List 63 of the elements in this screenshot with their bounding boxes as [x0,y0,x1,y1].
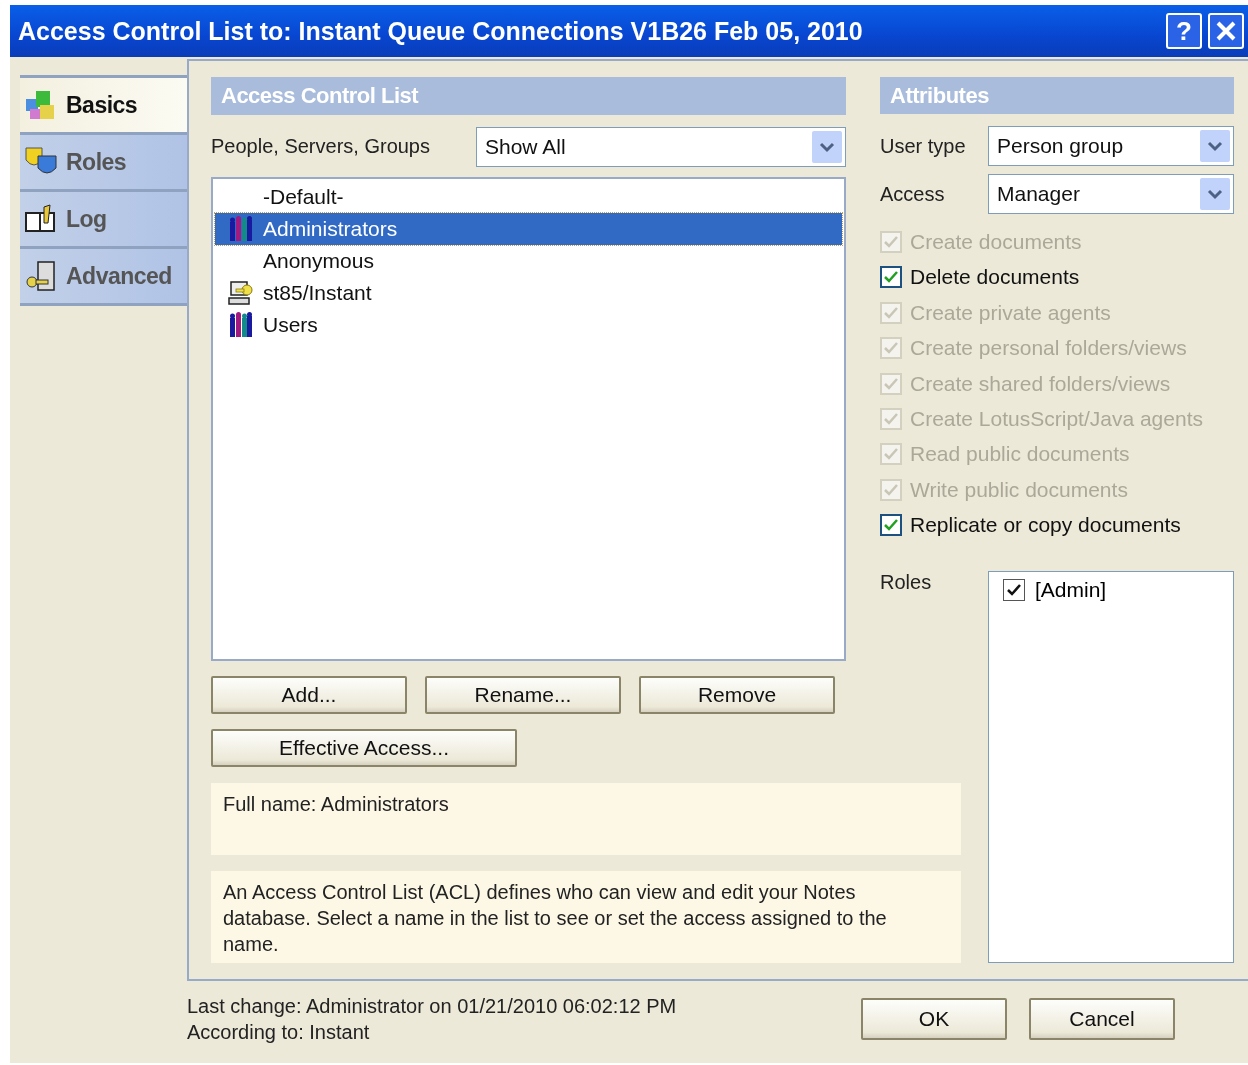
people-icon [229,215,253,242]
action-button[interactable]: Add... [211,676,407,715]
check-icon [883,376,899,391]
checkbox-label: Read public documents [910,442,1130,467]
list-item[interactable]: Users [215,308,842,341]
section-header: Attributes [880,77,1234,115]
check-icon [883,270,899,285]
list-item[interactable]: st85/Instant [215,276,842,309]
check-icon [883,447,899,462]
full-name-text: Full name: Administrators [211,783,961,855]
ok-button[interactable]: OK [861,998,1007,1040]
help-button[interactable]: ? [1166,13,1202,49]
last-change-text: Last change: Administrator on 01/21/2010 06:02:12 PM [187,994,678,1019]
effective-access-button[interactable]: Effective Access... [211,729,517,768]
access-dropdown[interactable]: Manager [988,174,1234,215]
user-type-label: User type [880,134,966,158]
check-icon [883,412,899,427]
people-icon [229,311,253,338]
close-button[interactable] [1208,13,1244,49]
computer-key-icon [228,279,254,306]
nav-tab[interactable]: Basics [20,75,187,132]
filter-label: People, Servers, Groups [211,135,430,159]
window-title: Access Control List to: Instant Queue Connections V1B26 Feb 05, 2010 [18,16,864,46]
checkbox-label: Create documents [910,229,1082,254]
check-icon [1006,583,1022,598]
checkbox-label: Create shared folders/views [910,371,1171,396]
role-name: [Admin] [1035,578,1107,603]
nav-tab[interactable]: Roles [20,132,187,189]
book-pencil-icon [24,203,58,235]
action-button[interactable]: Rename... [425,676,621,715]
section-header: Access Control List [211,77,846,115]
nav-tab[interactable]: Advanced [20,246,187,306]
list-item[interactable]: Administrators [215,212,842,245]
checkbox[interactable] [880,266,902,289]
chevron-down-icon [1207,188,1223,201]
cancel-button[interactable]: Cancel [1029,998,1175,1040]
list-item[interactable]: -Default- [215,180,842,213]
checkbox-label: Create LotusScript/Java agents [910,407,1203,432]
nav-tab[interactable]: Log [20,189,187,246]
filter-dropdown[interactable]: Show All [476,126,846,167]
checkbox[interactable] [1003,579,1025,602]
description-text: An Access Control List (ACL) defines who can view and edit your Notes database. Select a name in the list to see or set the access assigned to the name. [211,871,961,963]
roles-label: Roles [880,571,932,595]
checkbox[interactable] [880,514,902,537]
chevron-down-icon [819,140,835,153]
check-icon [883,305,899,320]
according-to-text: According to: Instant [187,1020,371,1045]
checkbox-label: Delete documents [910,265,1080,290]
key-server-icon [24,260,58,292]
check-icon [883,234,899,249]
checkbox-label: Replicate or copy documents [910,513,1181,538]
access-label: Access [880,182,945,206]
close-icon [1214,19,1238,43]
user-type-dropdown[interactable]: Person group [988,126,1234,167]
chevron-down-icon [1207,140,1223,153]
checkbox-label: Write public documents [910,477,1128,502]
checkbox-label: Create private agents [910,300,1111,325]
check-icon [883,482,899,497]
check-icon [883,341,899,356]
list-item[interactable]: Anonymous [215,244,842,277]
action-button[interactable]: Remove [639,676,835,715]
checkbox-label: Create personal folders/views [910,336,1187,361]
check-icon [883,518,899,533]
